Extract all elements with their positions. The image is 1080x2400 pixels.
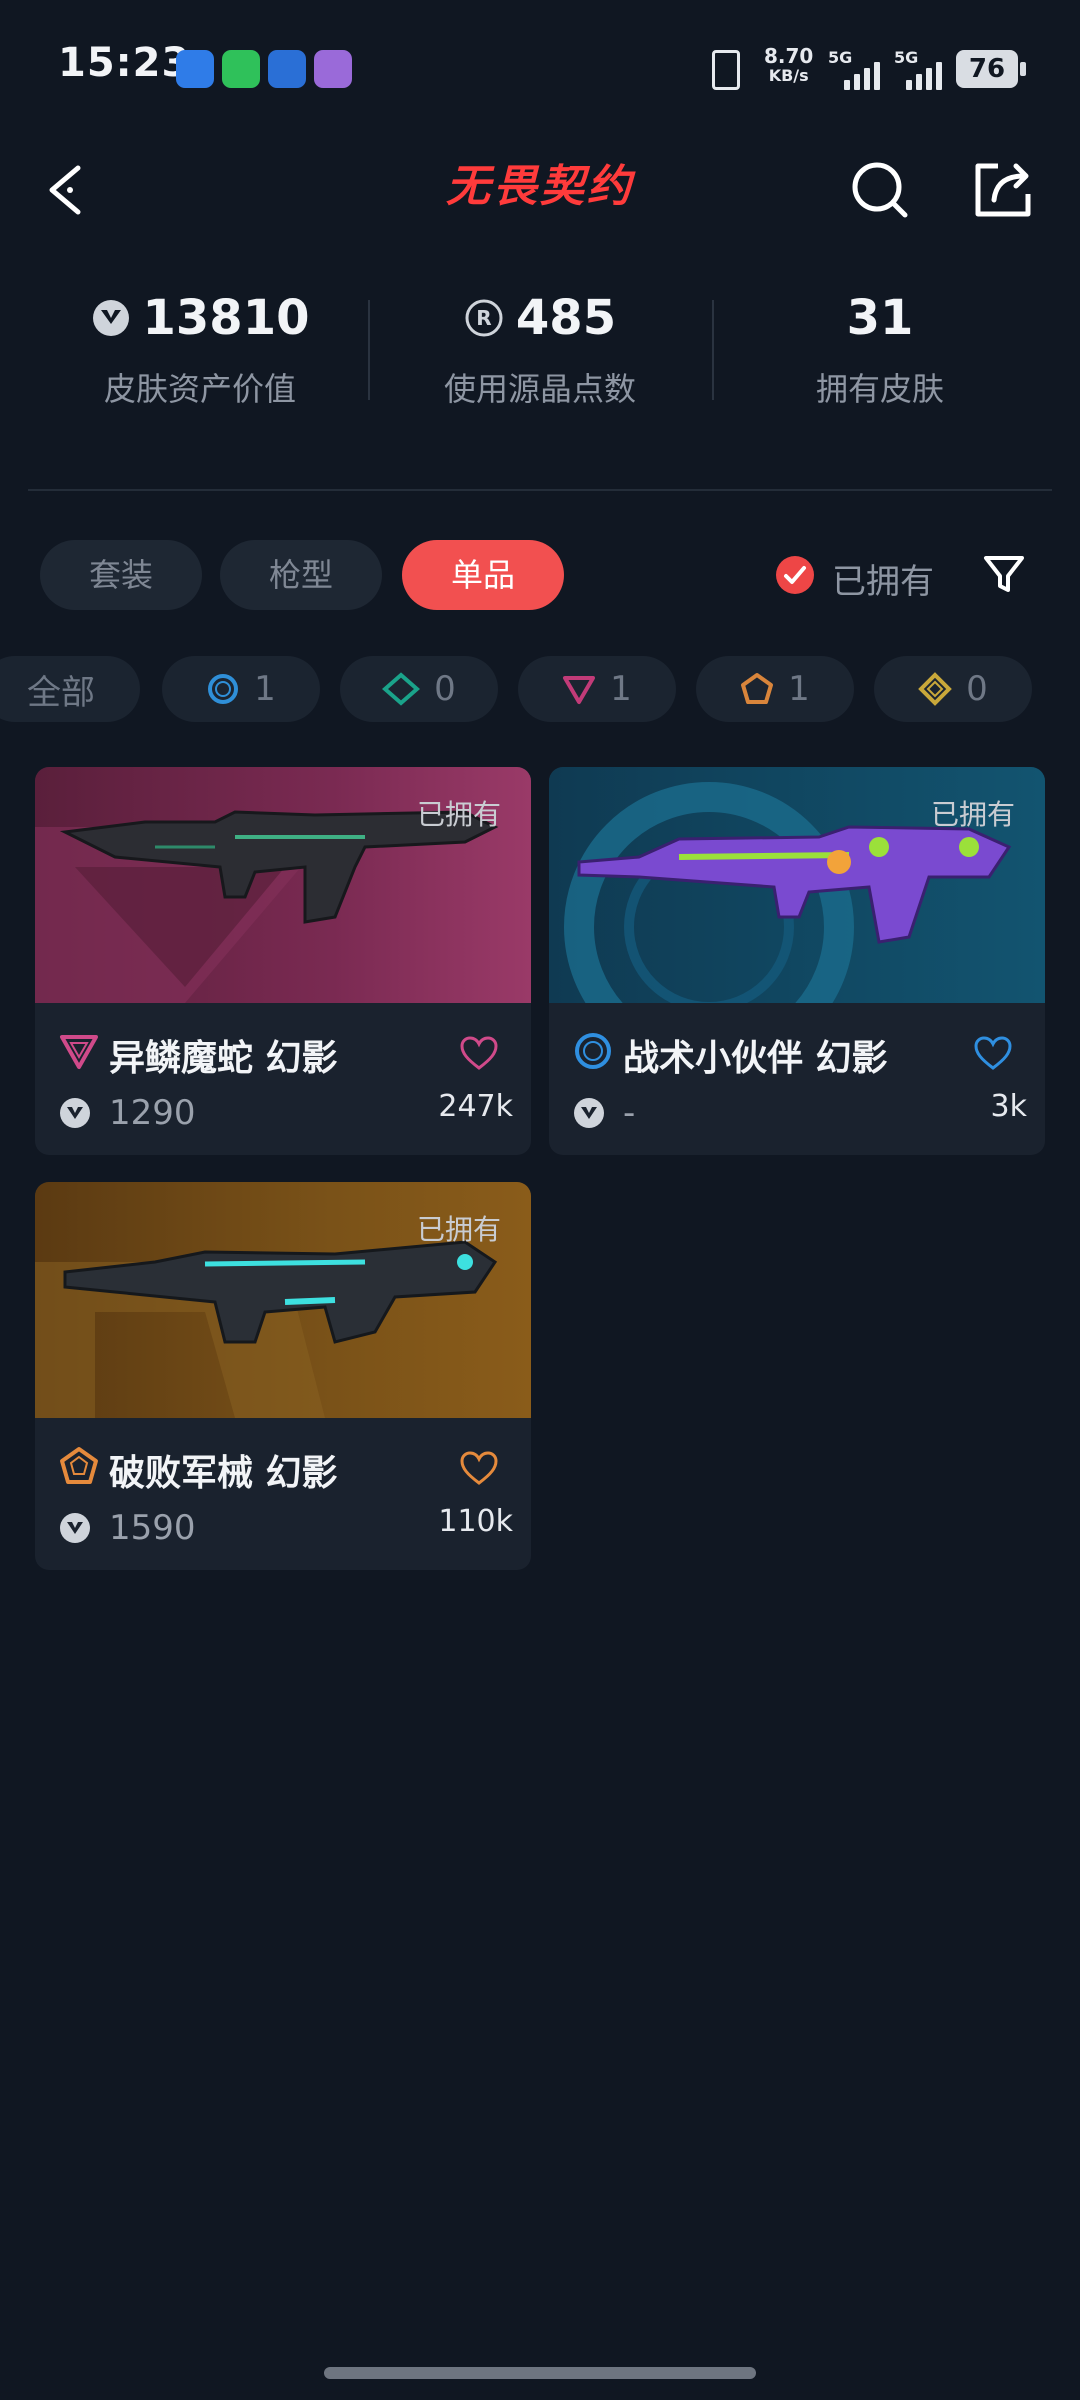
net-speed: 8.70 KB/s [764, 44, 814, 85]
chip-select-tier[interactable]: 1 [162, 656, 320, 722]
like-count: 3k [990, 1089, 1027, 1124]
wechat-icon [222, 50, 260, 88]
stat-asset-value: 13810 皮肤资产价值 [30, 290, 370, 410]
check-icon [784, 566, 806, 584]
search-button[interactable] [850, 160, 910, 220]
skin-image: 已拥有 [35, 767, 531, 1003]
heart-icon[interactable] [973, 1035, 1013, 1071]
radianite-icon: R [465, 299, 503, 337]
tab-weapon-types[interactable]: 枪型 [220, 540, 382, 610]
signal-icon-1 [844, 58, 880, 90]
status-bar: 15:23 8.70 KB/s 5G 5G 76 [0, 0, 1080, 140]
chip-ultra-tier[interactable]: 0 [874, 656, 1032, 722]
tab-single-items[interactable]: 单品 [402, 540, 564, 610]
like-count: 247k [438, 1089, 513, 1124]
premium-tier-icon [563, 676, 596, 704]
owned-badge: 已拥有 [930, 798, 1015, 831]
select-tier-icon [575, 1033, 611, 1069]
filter-button[interactable] [980, 550, 1028, 598]
heart-icon[interactable] [459, 1035, 499, 1071]
chip-deluxe-tier[interactable]: 0 [340, 656, 498, 722]
divider [28, 489, 1052, 491]
notification-app-icon [176, 50, 214, 88]
signal-icon-2 [906, 58, 942, 90]
skin-price: - [623, 1093, 636, 1133]
skin-image: 已拥有 [549, 767, 1045, 1003]
chip-exclusive-tier[interactable]: 1 [696, 656, 854, 722]
stat-owned-skins: 31 拥有皮肤 [815, 290, 944, 408]
deluxe-tier-icon [382, 672, 421, 706]
skin-name: 异鳞魔蛇 幻影 [109, 1038, 338, 1079]
ultra-tier-icon [918, 672, 953, 706]
owned-checkbox[interactable] [776, 556, 814, 594]
skin-name: 破败军械 幻影 [109, 1453, 338, 1494]
home-indicator[interactable] [324, 2367, 756, 2379]
vp-icon [92, 300, 129, 336]
vibrate-icon [712, 50, 740, 90]
podcast-app-icon [314, 50, 352, 88]
skin-price: 1290 [109, 1093, 196, 1133]
select-tier-icon [208, 674, 239, 704]
share-button[interactable] [972, 160, 1034, 220]
svg-text:R: R [476, 306, 491, 330]
chip-premium-tier[interactable]: 1 [518, 656, 676, 722]
heart-icon[interactable] [459, 1450, 499, 1486]
battery-indicator: 76 [956, 50, 1026, 88]
skin-image: 已拥有 [35, 1182, 531, 1418]
filter-icon [984, 556, 1024, 592]
vp-icon [60, 1513, 90, 1543]
stat-radianite-points: R 485 使用源晶点数 [443, 290, 636, 408]
share-icon [975, 163, 1031, 217]
exclusive-tier-icon [741, 673, 774, 704]
tab-bundles[interactable]: 套装 [40, 540, 202, 610]
search-icon [852, 162, 908, 218]
exclusive-tier-icon [60, 1447, 98, 1484]
status-time: 15:23 [58, 40, 191, 86]
premium-tier-icon [60, 1035, 98, 1069]
vp-icon [60, 1098, 90, 1128]
stats-panel: 13810 皮肤资产价值 R 485 使用源晶点数 31 拥有皮肤 [30, 290, 1050, 430]
like-count: 110k [438, 1504, 513, 1539]
skin-card[interactable]: 已拥有 异鳞魔蛇 幻影 1290 247k [35, 767, 531, 1155]
owned-badge: 已拥有 [416, 798, 501, 831]
page-title: 无畏契约 [446, 161, 634, 212]
owned-badge: 已拥有 [416, 1213, 501, 1246]
broadcast-app-icon [268, 50, 306, 88]
skin-price: 1590 [109, 1508, 196, 1548]
skin-name: 战术小伙伴 幻影 [623, 1038, 888, 1079]
skin-card[interactable]: 已拥有 破败军械 幻影 1590 110k [35, 1182, 531, 1570]
chip-all[interactable]: 全部 [0, 656, 140, 722]
owned-filter-label[interactable]: 已拥有 [832, 554, 934, 603]
vp-icon [574, 1098, 604, 1128]
skin-card[interactable]: 已拥有 战术小伙伴 幻影 - 3k [549, 767, 1045, 1155]
